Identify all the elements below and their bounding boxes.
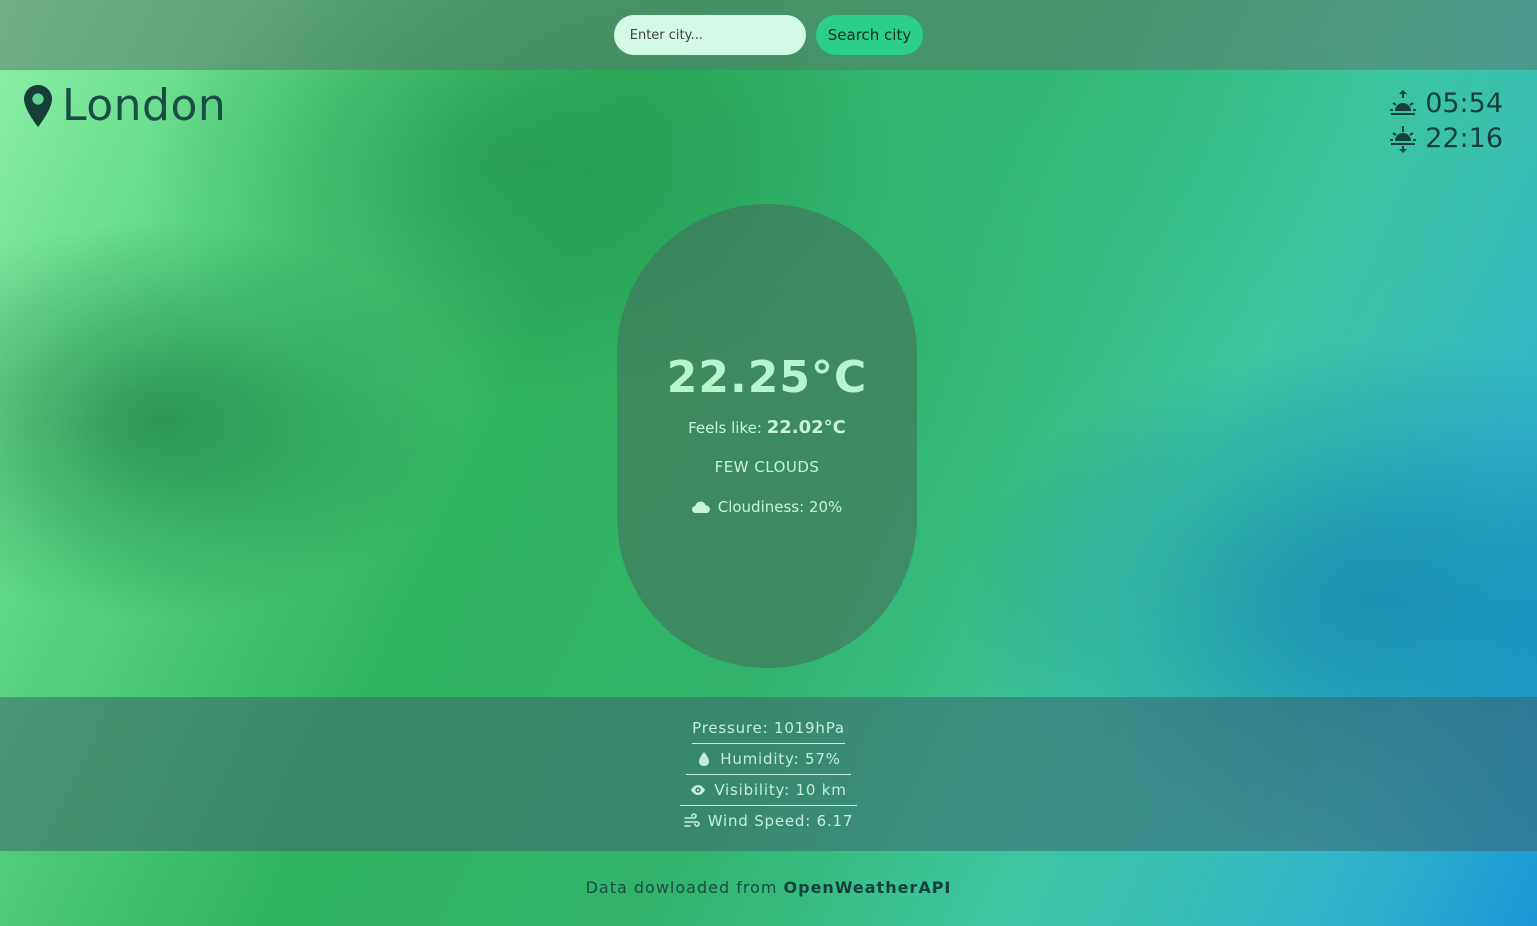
sunrise-time: 05:54: [1425, 88, 1503, 119]
search-bar: Search city: [0, 0, 1537, 70]
wind-speed-text: Wind Speed: 6.17: [707, 811, 854, 830]
weather-details: Pressure: 1019hPa Humidity: 57% Visibili…: [0, 697, 1537, 851]
visibility-text: Visibility: 10 km: [714, 780, 847, 799]
sunrise-icon: [1390, 89, 1417, 115]
feels-like: Feels like: 22.02°C: [688, 417, 846, 438]
footer: Data dowloaded from OpenWeatherAPI: [0, 878, 1537, 897]
feels-like-value: 22.02°C: [766, 417, 846, 438]
eye-icon: [691, 784, 706, 795]
droplet-icon: [699, 751, 710, 766]
sunset-row: 22:16: [1389, 123, 1503, 154]
sunset-time: 22:16: [1425, 123, 1503, 154]
footer-text: Data dowloaded from: [585, 878, 784, 897]
openweather-link[interactable]: OpenWeatherAPI: [784, 878, 952, 897]
wind-icon: [683, 812, 700, 827]
location-header: London: [24, 80, 226, 131]
feels-like-label: Feels like:: [688, 419, 762, 437]
wind-speed-row: Wind Speed: 6.17: [679, 804, 858, 836]
sunrise-row: 05:54: [1389, 88, 1503, 119]
city-name: London: [62, 80, 227, 131]
cloudiness-row: Cloudiness: 20%: [691, 498, 843, 516]
city-search-input[interactable]: [613, 15, 806, 55]
pressure-row: Pressure: 1019hPa: [688, 713, 849, 743]
weather-capsule: 22.25°C Feels like: 22.02°C FEW CLOUDS C…: [617, 204, 917, 668]
humidity-row: Humidity: 57%: [692, 742, 845, 774]
cloud-icon: [691, 501, 710, 513]
cloudiness-text: Cloudiness: 20%: [717, 498, 843, 516]
visibility-row: Visibility: 10 km: [686, 773, 851, 805]
humidity-text: Humidity: 57%: [720, 749, 841, 768]
search-city-button[interactable]: Search city: [815, 15, 924, 55]
sunset-icon: [1390, 125, 1417, 153]
sun-times: 05:54 22:16: [1389, 88, 1503, 154]
pressure-text: Pressure: 1019hPa: [692, 718, 845, 737]
map-pin-icon: [24, 84, 52, 127]
temperature: 22.25°C: [666, 352, 868, 403]
weather-description: FEW CLOUDS: [714, 458, 820, 476]
